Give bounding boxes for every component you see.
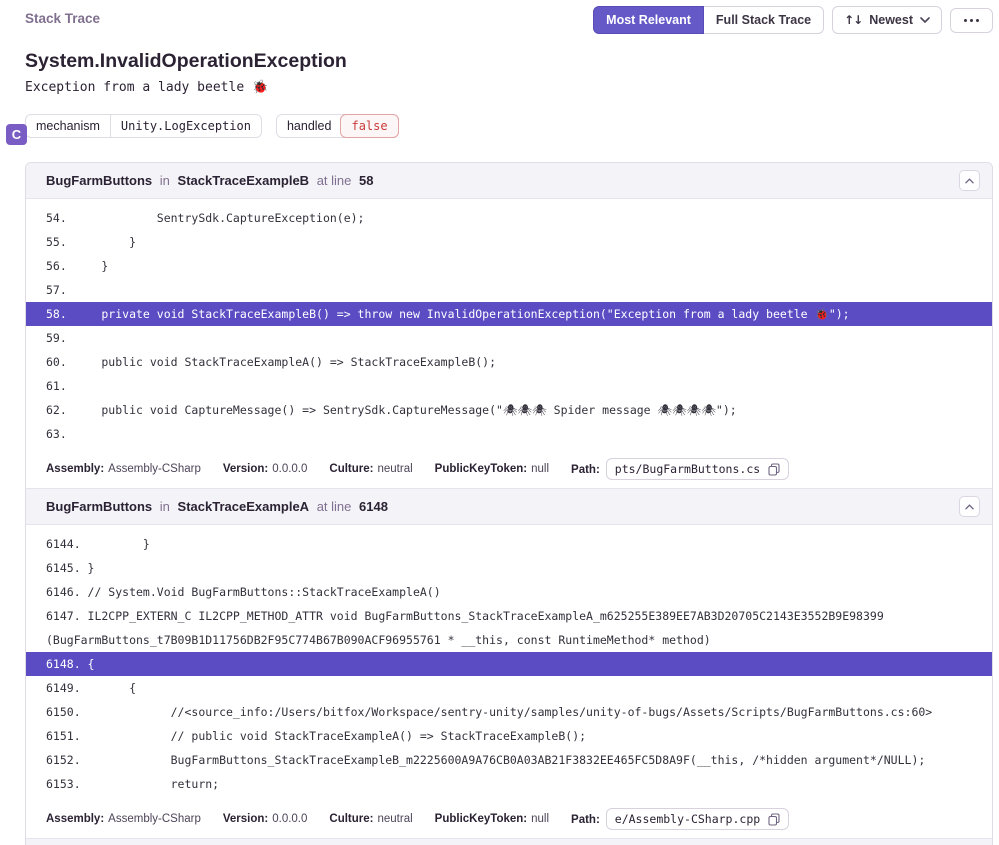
code-line: 6152. BugFarmButtons_StackTraceExampleB_… <box>26 748 992 772</box>
full-stack-trace-button[interactable]: Full Stack Trace <box>704 6 824 34</box>
frame-function: StackTraceExampleB <box>178 173 310 188</box>
code-line-highlighted: 6148. { <box>26 652 992 676</box>
copy-icon <box>768 813 780 826</box>
assembly-value: Assembly-CSharp <box>108 463 201 475</box>
frame-atline-word: at line <box>317 499 352 514</box>
assembly-info-row: Assembly: Assembly-CSharp Version: 0.0.0.0… <box>26 453 992 488</box>
frame-atline-word: at line <box>317 173 352 188</box>
copy-icon <box>768 463 780 476</box>
path-label: Path: <box>571 464 600 476</box>
code-line: 6153. return; <box>26 772 992 796</box>
code-block: 54. SentrySdk.CaptureException(e); 55. }… <box>26 199 992 453</box>
path-box: pts/BugFarmButtons.cs <box>606 458 789 480</box>
frame-in-word: in <box>160 499 170 514</box>
code-line: 62. public void CaptureMessage() => Sent… <box>26 398 992 422</box>
path-value: e/Assembly-CSharp.cpp <box>615 812 760 826</box>
code-line: 57. <box>26 278 992 302</box>
sort-label: Newest <box>869 13 913 27</box>
publickeytoken-value: null <box>531 463 549 475</box>
more-options-button[interactable] <box>950 8 993 33</box>
version-label: Version: <box>223 463 268 475</box>
culture-value: neutral <box>378 813 413 825</box>
assembly-info-row: Assembly: Assembly-CSharp Version: 0.0.0.0… <box>26 803 992 838</box>
path-label: Path: <box>571 814 600 826</box>
csharp-platform-icon: C <box>6 124 27 145</box>
handled-tag: handled false <box>276 114 399 138</box>
code-line: 55. } <box>26 230 992 254</box>
code-line: 6146. // System.Void BugFarmButtons::Sta… <box>26 580 992 604</box>
version-label: Version: <box>223 813 268 825</box>
frame-module: BugFarmButtons <box>46 173 152 188</box>
view-toggle: Most Relevant Full Stack Trace <box>593 6 824 34</box>
frame-header[interactable]: BugFarmButtons in StackTraceExampleB at … <box>26 163 992 199</box>
code-line: 6147. IL2CPP_EXTERN_C IL2CPP_METHOD_ATTR… <box>26 604 992 652</box>
culture-value: neutral <box>378 463 413 475</box>
tags-row: mechanism Unity.LogException handled fal… <box>25 114 993 138</box>
code-line: 59. <box>26 326 992 350</box>
copy-path-button[interactable] <box>768 463 780 476</box>
mechanism-tag: mechanism Unity.LogException <box>25 114 262 138</box>
path-value: pts/BugFarmButtons.cs <box>615 462 760 476</box>
path-box: e/Assembly-CSharp.cpp <box>606 808 789 830</box>
chevron-down-icon <box>920 17 930 23</box>
code-line: 6150. //<source_info:/Users/bitfox/Works… <box>26 700 992 724</box>
topbar: Stack Trace Most Relevant Full Stack Tra… <box>25 6 993 34</box>
toolbar: Most Relevant Full Stack Trace ↑↓ Newest <box>593 6 993 34</box>
frame-in-word: in <box>160 173 170 188</box>
collapse-frame-button[interactable] <box>959 170 980 191</box>
culture-label: Culture: <box>329 463 373 475</box>
frame-title: BugFarmButtons in StackTraceExampleA at … <box>46 499 392 514</box>
tag-value-error: false <box>340 114 398 138</box>
version-value: 0.0.0.0 <box>272 463 307 475</box>
code-line: 6145. } <box>26 556 992 580</box>
frame-header[interactable]: BugFarmButtons in StackTraceExampleA at … <box>26 488 992 525</box>
publickeytoken-label: PublicKeyToken: <box>435 463 527 475</box>
frame-title: BugFarmButtons in StackTraceExampleB at … <box>46 173 378 188</box>
code-line: 63. <box>26 422 992 446</box>
publickeytoken-label: PublicKeyToken: <box>435 813 527 825</box>
version-value: 0.0.0.0 <box>272 813 307 825</box>
stack-trace-panel: BugFarmButtons in StackTraceExampleB at … <box>25 162 993 845</box>
frame-function: StackTraceExampleA <box>178 499 310 514</box>
collapsed-frame-row[interactable]: Called from: UnityEngine.Events.UnityAct… <box>26 838 992 845</box>
code-line: 61. <box>26 374 992 398</box>
section-title: Stack Trace <box>25 6 100 26</box>
sort-dropdown-button[interactable]: ↑↓ Newest <box>832 6 942 34</box>
code-line-highlighted: 58. private void StackTraceExampleB() =>… <box>26 302 992 326</box>
chevron-up-icon <box>965 504 974 510</box>
most-relevant-button[interactable]: Most Relevant <box>593 6 704 34</box>
code-line: 56. } <box>26 254 992 278</box>
code-line: 6149. { <box>26 676 992 700</box>
sort-arrows-icon: ↑↓ <box>844 13 862 27</box>
stack-trace-page: Stack Trace Most Relevant Full Stack Tra… <box>0 0 999 845</box>
exception-message: Exception from a lady beetle 🐞 <box>25 80 993 95</box>
chevron-up-icon <box>965 178 974 184</box>
code-line: 54. SentrySdk.CaptureException(e); <box>26 206 992 230</box>
assembly-value: Assembly-CSharp <box>108 813 201 825</box>
culture-label: Culture: <box>329 813 373 825</box>
code-line: 60. public void StackTraceExampleA() => … <box>26 350 992 374</box>
collapse-frame-button[interactable] <box>959 496 980 517</box>
assembly-label: Assembly: <box>46 463 104 475</box>
frame-line-number: 58 <box>359 173 373 188</box>
exception-type-title: System.InvalidOperationException <box>25 50 993 73</box>
stack-frame: BugFarmButtons in StackTraceExampleB at … <box>26 163 992 488</box>
code-block: 6144. } 6145. } 6146. // System.Void Bug… <box>26 525 992 803</box>
copy-path-button[interactable] <box>768 813 780 826</box>
assembly-label: Assembly: <box>46 813 104 825</box>
code-line: 6151. // public void StackTraceExampleA(… <box>26 724 992 748</box>
frame-module: BugFarmButtons <box>46 499 152 514</box>
stack-frame: BugFarmButtons in StackTraceExampleA at … <box>26 488 992 838</box>
tag-key: mechanism <box>26 115 110 137</box>
ellipsis-icon <box>962 15 981 26</box>
tag-value: Unity.LogException <box>110 115 261 137</box>
code-line: 6144. } <box>26 532 992 556</box>
tag-key: handled <box>277 115 342 137</box>
publickeytoken-value: null <box>531 813 549 825</box>
frame-line-number: 6148 <box>359 499 388 514</box>
